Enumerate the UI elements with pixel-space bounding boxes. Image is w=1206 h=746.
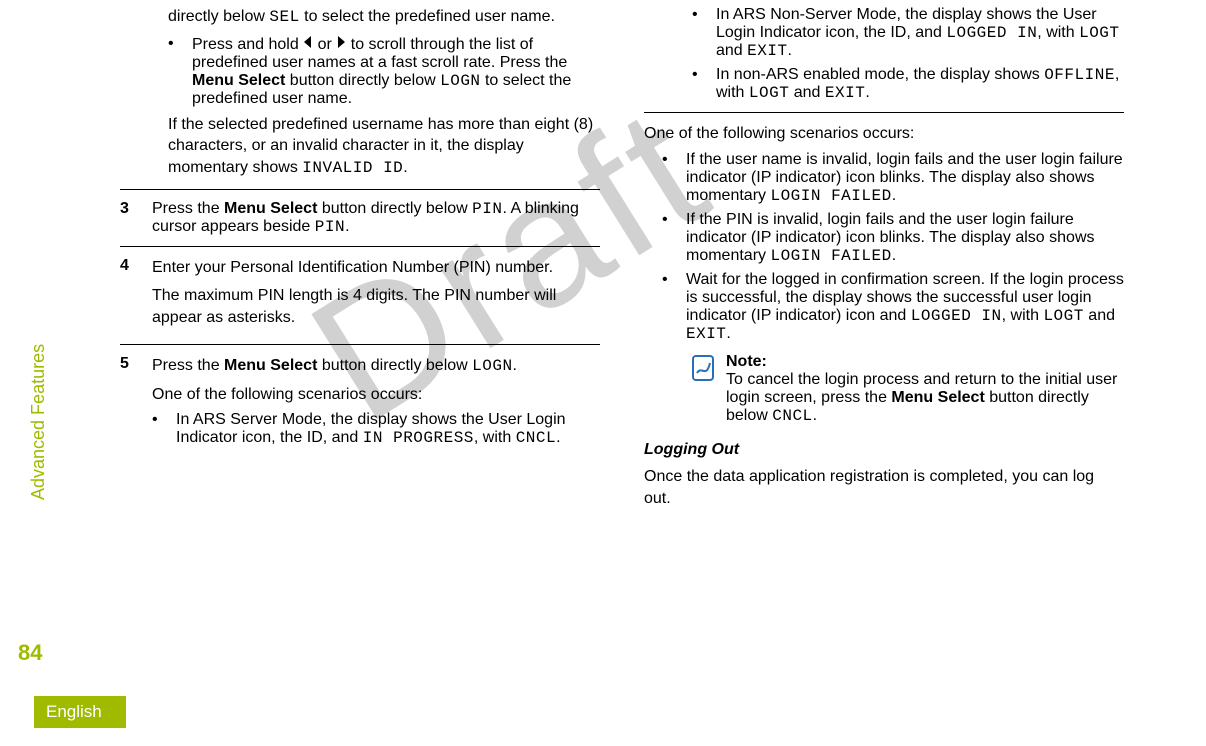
- separator: [120, 189, 600, 190]
- step5-line2: One of the following scenarios occurs:: [152, 384, 600, 406]
- scenario-intro: One of the following scenarios occurs:: [644, 123, 1124, 145]
- subheading-logging-out: Logging Out: [644, 439, 1124, 461]
- bullet-dot: •: [692, 6, 702, 60]
- sidebar: Advanced Features 84: [0, 0, 60, 746]
- bullet-text: In ARS Server Mode, the display shows th…: [176, 411, 600, 447]
- column-right: • In ARS Non-Server Mode, the display sh…: [644, 0, 1124, 515]
- sub-bullet: • If the user name is invalid, login fai…: [662, 151, 1124, 205]
- closing-paragraph: Once the data application registration i…: [644, 466, 1124, 509]
- step-number: 5: [120, 355, 138, 453]
- continuation-text: directly below SEL to select the predefi…: [168, 6, 600, 29]
- step-number: 3: [120, 200, 138, 236]
- sub-bullet: • Wait for the logged in confirmation sc…: [662, 271, 1124, 343]
- step-3: 3 Press the Menu Select button directly …: [120, 200, 600, 236]
- note-label: Note:: [726, 353, 767, 370]
- step-body: Press the Menu Select button directly be…: [152, 355, 600, 453]
- note-block: Note: To cancel the login process and re…: [692, 353, 1124, 425]
- bullet-text: If the PIN is invalid, login fails and t…: [686, 211, 1124, 265]
- separator: [120, 344, 600, 345]
- sub-bullet: • If the PIN is invalid, login fails and…: [662, 211, 1124, 265]
- section-label: Advanced Features: [28, 344, 49, 500]
- step-body: Press the Menu Select button directly be…: [152, 200, 600, 236]
- bullet-dot: •: [662, 151, 672, 205]
- sub-bullet: • In non-ARS enabled mode, the display s…: [692, 66, 1124, 102]
- bullet-text: In non-ARS enabled mode, the display sho…: [716, 66, 1124, 102]
- bullet-dot: •: [662, 211, 672, 265]
- step4-line1: Enter your Personal Identification Numbe…: [152, 257, 600, 279]
- step5-line1: Press the Menu Select button directly be…: [152, 355, 600, 378]
- step-5: 5 Press the Menu Select button directly …: [120, 355, 600, 453]
- separator: [120, 246, 600, 247]
- language-badge: English: [34, 696, 126, 728]
- step4-line2: The maximum PIN length is 4 digits. The …: [152, 285, 600, 328]
- paragraph: If the selected predefined username has …: [168, 114, 600, 180]
- step-number: 4: [120, 257, 138, 334]
- bullet-dot: •: [168, 35, 178, 108]
- left-arrow-icon: [303, 35, 313, 54]
- bullet-text: Wait for the logged in confirmation scre…: [686, 271, 1124, 343]
- note-text: Note: To cancel the login process and re…: [726, 353, 1124, 425]
- sub-bullet: • Press and hold or to scroll through th…: [168, 35, 600, 108]
- bullet-dot: •: [662, 271, 672, 343]
- bullet-dot: •: [152, 411, 162, 447]
- note-icon: [692, 355, 714, 381]
- bullet-text: If the user name is invalid, login fails…: [686, 151, 1124, 205]
- bullet-text: In ARS Non-Server Mode, the display show…: [716, 6, 1124, 60]
- page-content: directly below SEL to select the predefi…: [120, 0, 1156, 515]
- sub-bullet: • In ARS Server Mode, the display shows …: [152, 411, 600, 447]
- step-4: 4 Enter your Personal Identification Num…: [120, 257, 600, 334]
- sub-bullet: • In ARS Non-Server Mode, the display sh…: [692, 6, 1124, 60]
- separator: [644, 112, 1124, 113]
- bullet-dot: •: [692, 66, 702, 102]
- step-body: Enter your Personal Identification Numbe…: [152, 257, 600, 334]
- bullet-text: Press and hold or to scroll through the …: [192, 35, 600, 108]
- column-left: directly below SEL to select the predefi…: [120, 0, 600, 515]
- page-number: 84: [18, 640, 42, 666]
- right-arrow-icon: [336, 35, 346, 54]
